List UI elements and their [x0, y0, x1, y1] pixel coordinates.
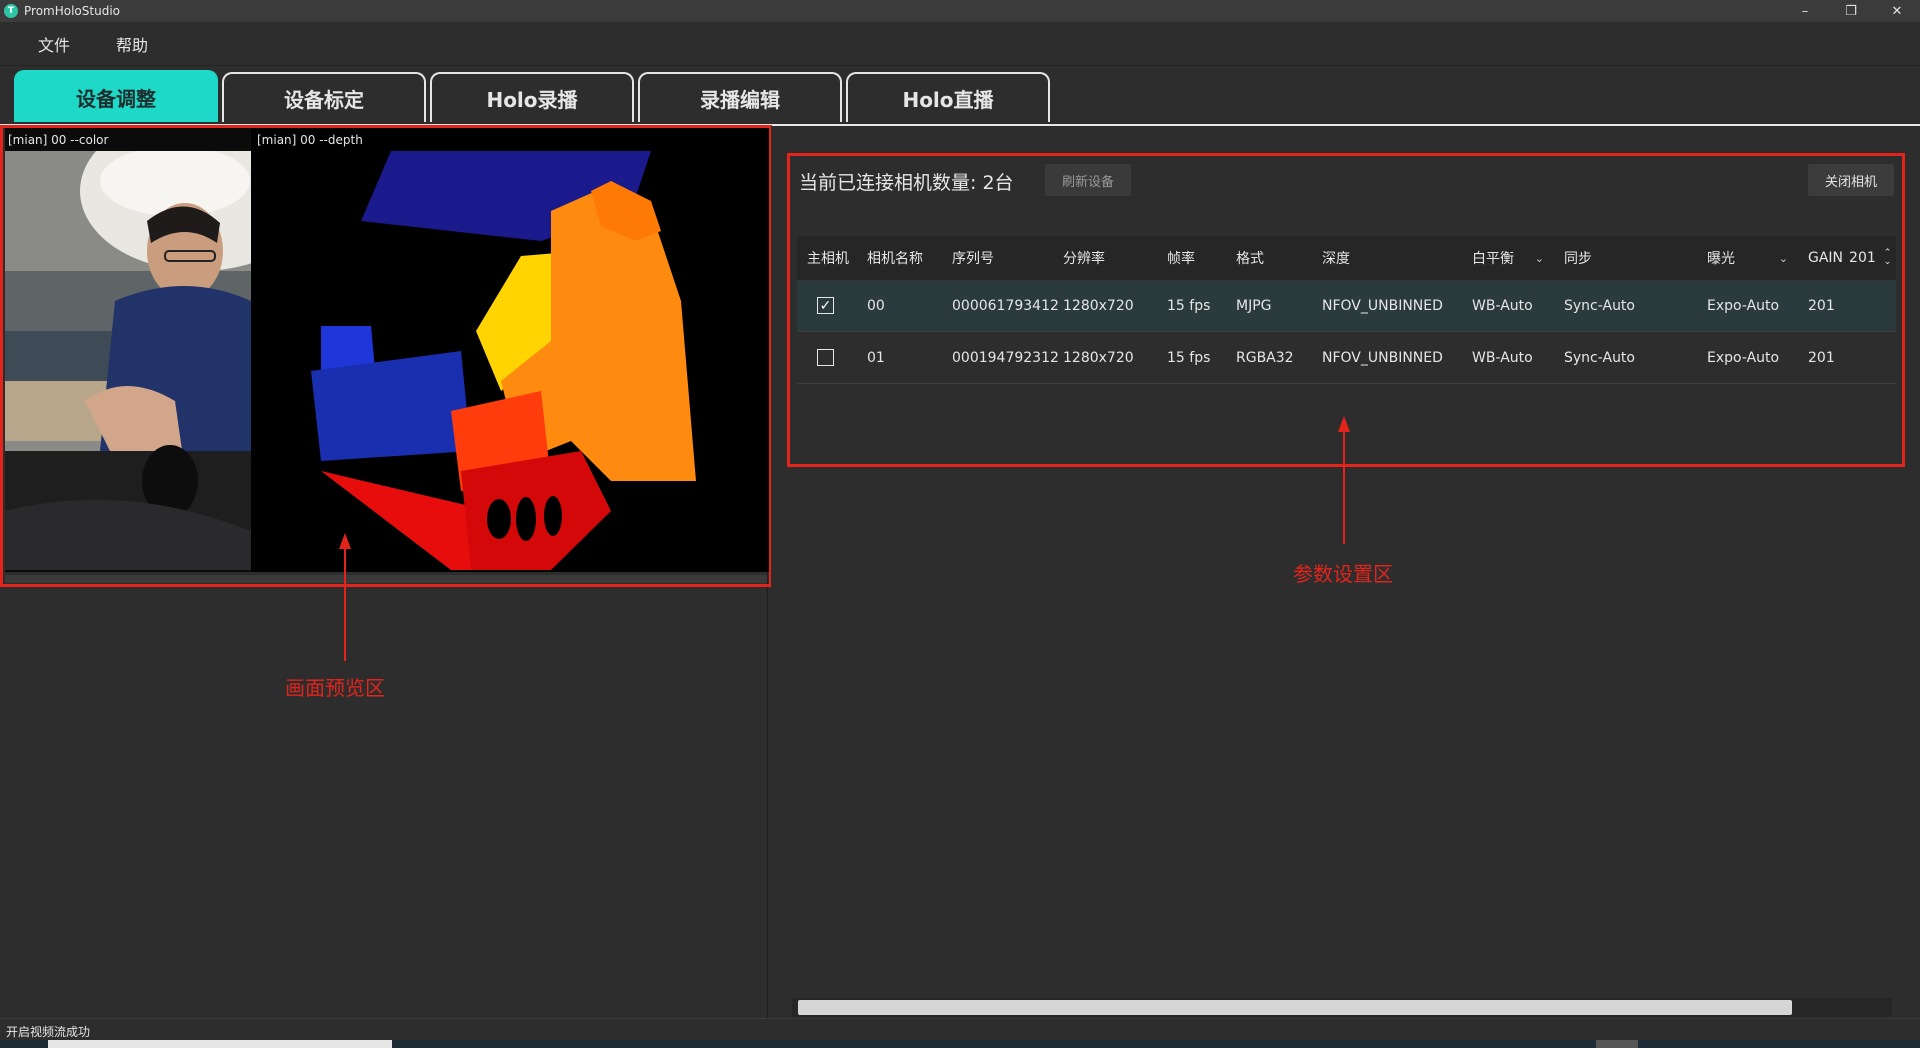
depth-camera-image — [251, 151, 769, 570]
taskbar-item[interactable] — [1596, 1040, 1638, 1048]
table-row[interactable]: ✓ 00 000061793412 1280x720 15 fps MJPG N… — [797, 280, 1896, 332]
taskbar-search[interactable] — [48, 1040, 392, 1048]
serial-cell: 000061793412 — [952, 297, 1059, 314]
resolution-cell[interactable]: 1280x720 — [1059, 298, 1159, 314]
menu-bar: 文件 帮助 — [0, 22, 1920, 66]
camera-table: 主相机 相机名称 序列号 分辨率 帧率 格式 深度 白平衡 ⌄ 同步 曝光 ⌄ … — [797, 236, 1896, 384]
col-exposure-label: 曝光 — [1707, 251, 1735, 267]
table-header: 主相机 相机名称 序列号 分辨率 帧率 格式 深度 白平衡 ⌄ 同步 曝光 ⌄ … — [797, 236, 1896, 280]
col-exposure[interactable]: 曝光 ⌄ — [1697, 248, 1798, 268]
spin-down-icon[interactable]: ⌄ — [1884, 258, 1892, 267]
exposure-cell[interactable]: Expo-Auto — [1697, 298, 1798, 314]
main-tabs: 设备调整 设备标定 Holo录播 录播编辑 Holo直播 — [14, 70, 1054, 124]
format-cell[interactable]: RGBA32 — [1228, 350, 1313, 366]
camera-name-cell: 01 — [867, 349, 885, 366]
gain-spin-buttons[interactable]: ⌃ ⌄ — [1884, 249, 1892, 267]
tab-device-adjust[interactable]: 设备调整 — [14, 70, 218, 122]
connected-camera-count: 当前已连接相机数量: 2台 — [799, 172, 1014, 194]
menu-file[interactable]: 文件 — [38, 32, 70, 56]
tab-recording-edit[interactable]: 录播编辑 — [638, 72, 842, 122]
close-window-button[interactable]: ✕ — [1874, 0, 1920, 22]
fps-cell[interactable]: 15 fps — [1159, 298, 1228, 314]
exposure-cell[interactable]: Expo-Auto — [1697, 350, 1798, 366]
status-bar: 开启视频流成功 — [0, 1018, 1920, 1040]
color-camera-image — [5, 151, 251, 570]
color-preview: [mian] 00 --color — [5, 128, 251, 572]
app-logo-icon: T — [4, 4, 18, 18]
gain-cell[interactable]: 201 — [1798, 298, 1896, 314]
depth-cell[interactable]: NFOV_UNBINNED — [1313, 350, 1463, 366]
main-camera-cell: ✓ — [797, 297, 857, 314]
col-white-balance-label: 白平衡 — [1472, 251, 1514, 267]
color-preview-label: [mian] 00 --color — [8, 133, 109, 147]
serial-cell: 000194792312 — [952, 349, 1059, 366]
preview-area: [mian] 00 --color [mian] 00 --depth — [0, 125, 772, 587]
main-camera-cell — [797, 349, 857, 366]
params-annotation-arrow — [1338, 416, 1350, 544]
preview-scrollbar[interactable] — [5, 575, 767, 583]
main-camera-checkbox[interactable] — [817, 349, 834, 366]
resolution-cell[interactable]: 1280x720 — [1059, 350, 1159, 366]
white-balance-cell[interactable]: WB-Auto — [1463, 350, 1554, 366]
col-white-balance[interactable]: 白平衡 ⌄ — [1463, 248, 1554, 268]
table-row[interactable]: 01 000194792312 1280x720 15 fps RGBA32 N… — [797, 332, 1896, 384]
refresh-devices-button[interactable]: 刷新设备 — [1045, 164, 1131, 196]
white-balance-cell[interactable]: WB-Auto — [1463, 298, 1554, 314]
preview-annotation-arrow — [339, 533, 351, 661]
depth-cell[interactable]: NFOV_UNBINNED — [1313, 298, 1463, 314]
preview-area-annotation: 画面预览区 — [285, 676, 385, 700]
col-gain: GAIN 201 ⌃ ⌄ — [1798, 249, 1896, 267]
gain-cell[interactable]: 201 — [1798, 350, 1896, 366]
depth-preview: [mian] 00 --depth — [251, 128, 769, 572]
gain-spinbox[interactable]: 201 — [1849, 250, 1876, 266]
col-depth: 深度 — [1322, 251, 1350, 267]
window-title: PromHoloStudio — [24, 4, 120, 18]
horizontal-scrollbar-thumb[interactable] — [798, 1000, 1792, 1015]
tab-holo-live[interactable]: Holo直播 — [846, 72, 1050, 122]
close-camera-button[interactable]: 关闭相机 — [1808, 164, 1894, 196]
params-area-annotation: 参数设置区 — [1293, 562, 1393, 586]
camera-name-cell: 00 — [867, 297, 885, 314]
title-bar: T PromHoloStudio – ❐ ✕ — [0, 0, 1920, 22]
format-cell[interactable]: MJPG — [1228, 298, 1313, 314]
col-main-camera: 主相机 — [807, 251, 849, 267]
tab-holo-recording[interactable]: Holo录播 — [430, 72, 634, 122]
window-controls: – ❐ ✕ — [1782, 0, 1920, 22]
menu-help[interactable]: 帮助 — [116, 32, 148, 56]
col-format: 格式 — [1236, 251, 1264, 267]
col-resolution: 分辨率 — [1063, 251, 1105, 267]
fps-cell[interactable]: 15 fps — [1159, 350, 1228, 366]
taskbar — [0, 1040, 1920, 1048]
col-serial: 序列号 — [952, 251, 994, 267]
sync-cell[interactable]: Sync-Auto — [1554, 298, 1697, 314]
chevron-down-icon[interactable]: ⌄ — [1535, 252, 1544, 265]
col-sync: 同步 — [1564, 251, 1592, 267]
status-message: 开启视频流成功 — [6, 1025, 91, 1039]
minimize-button[interactable]: – — [1782, 0, 1828, 22]
col-camera-name: 相机名称 — [867, 251, 923, 267]
col-gain-label: GAIN — [1808, 250, 1844, 266]
tab-device-calibration[interactable]: 设备标定 — [222, 72, 426, 122]
col-fps: 帧率 — [1167, 251, 1195, 267]
sync-cell[interactable]: Sync-Auto — [1554, 350, 1697, 366]
chevron-down-icon[interactable]: ⌄ — [1779, 252, 1788, 265]
depth-preview-label: [mian] 00 --depth — [257, 133, 363, 147]
main-camera-checkbox[interactable]: ✓ — [817, 297, 834, 314]
restore-button[interactable]: ❐ — [1828, 0, 1874, 22]
